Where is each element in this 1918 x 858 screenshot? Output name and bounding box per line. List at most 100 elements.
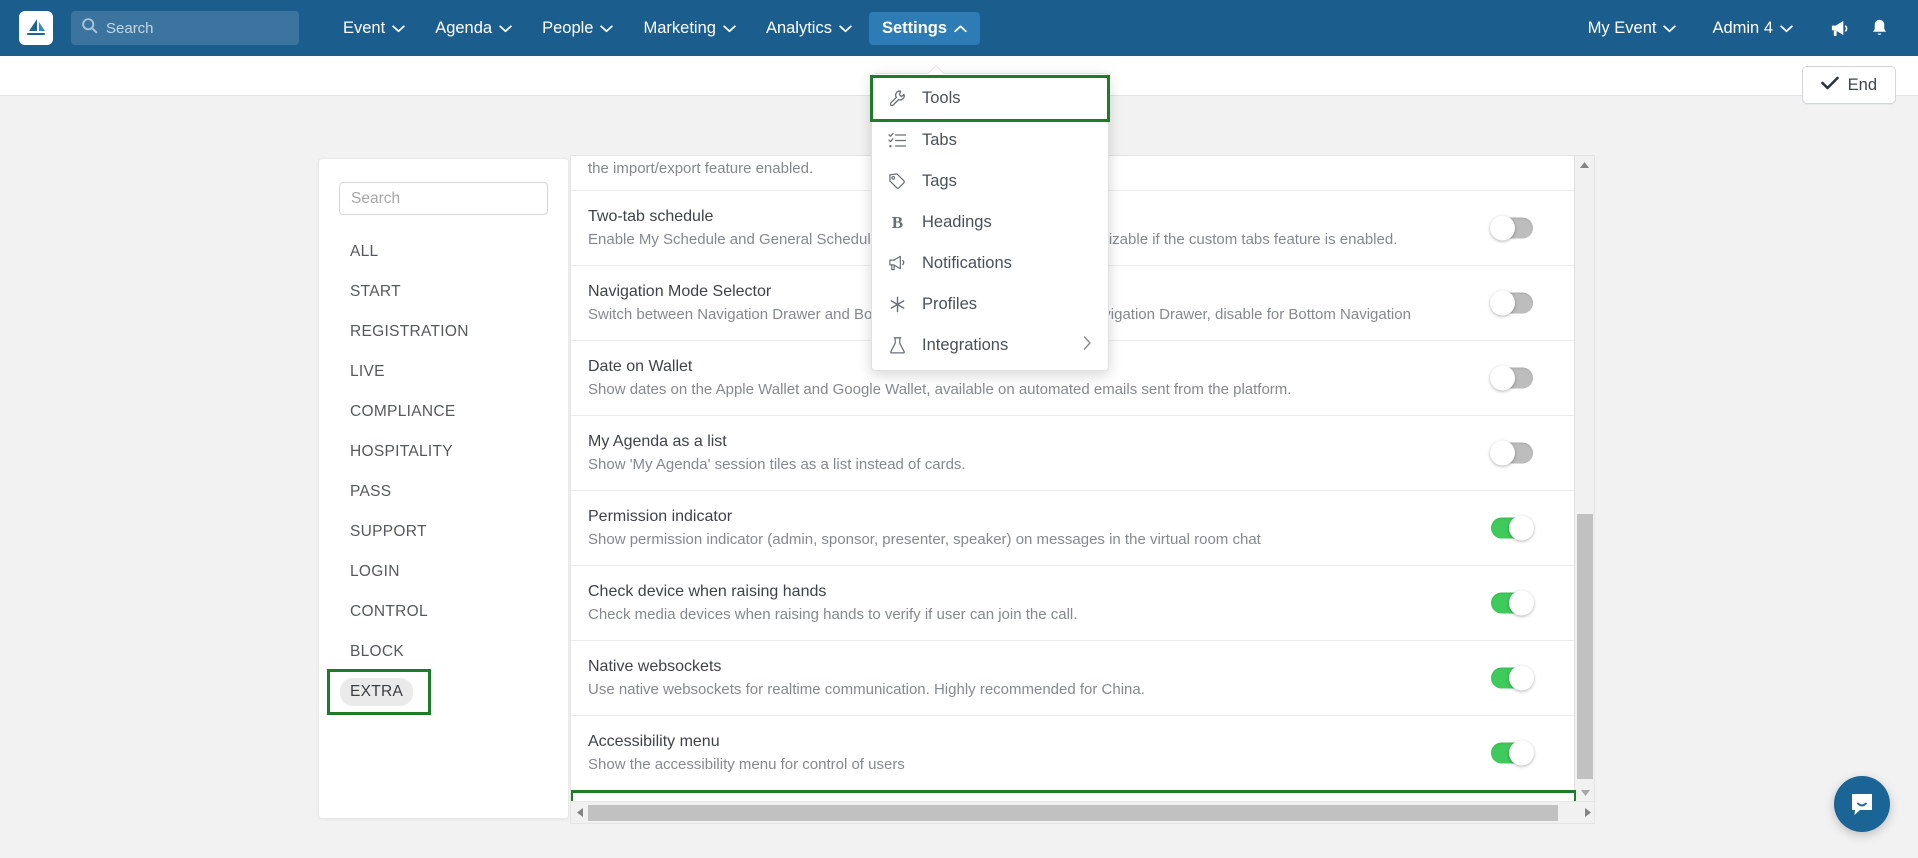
menu-item-label: Headings <box>922 213 992 231</box>
category-item-live[interactable]: LIVE <box>319 352 568 392</box>
menu-item-tags[interactable]: Tags <box>872 161 1108 202</box>
menu-item-tabs[interactable]: Tabs <box>872 120 1108 161</box>
setting-description: Show 'My Agenda' session tiles as a list… <box>588 456 966 473</box>
horizontal-scrollbar[interactable] <box>571 801 1594 823</box>
category-search[interactable] <box>339 182 548 215</box>
vertical-scrollbar[interactable] <box>1574 156 1594 801</box>
menu-item-label: Integrations <box>922 336 1009 354</box>
top-nav-right-group: My Event Admin 4 <box>1575 0 1918 56</box>
toggle-date-on-wallet[interactable] <box>1490 365 1533 391</box>
settings-row-accessibility-menu[interactable]: Accessibility menu Show the accessibilit… <box>571 716 1576 791</box>
setting-title: Check device when raising hands <box>588 583 827 600</box>
settings-row-native-websockets[interactable]: Native websockets Use native websockets … <box>571 641 1576 716</box>
bell-icon[interactable] <box>1862 11 1896 45</box>
toggle-knob <box>1509 740 1534 766</box>
nav-item-people[interactable]: People <box>529 12 626 45</box>
settings-row-my-agenda-as-a-list[interactable]: My Agenda as a list Show 'My Agenda' ses… <box>571 416 1576 491</box>
toggle-accessibility-menu[interactable] <box>1491 740 1534 766</box>
setting-title: Native websockets <box>588 658 722 675</box>
category-label: BLOCK <box>350 643 405 660</box>
setting-description: Show dates on the Apple Wallet and Googl… <box>588 381 1292 398</box>
category-item-control[interactable]: CONTROL <box>319 592 568 632</box>
tags-icon <box>888 172 914 191</box>
category-item-extra[interactable]: EXTRA <box>327 669 431 715</box>
category-item-compliance[interactable]: COMPLIANCE <box>319 392 568 432</box>
toggle-knob <box>1490 365 1515 391</box>
setting-description: Show the accessibility menu for control … <box>588 756 905 773</box>
nav-label-my-event: My Event <box>1587 18 1657 37</box>
flask-icon <box>888 336 914 355</box>
nav-item-admin-account[interactable]: Admin 4 <box>1699 12 1806 45</box>
toggle-knob <box>1509 665 1534 691</box>
menu-item-tools[interactable]: Tools <box>870 75 1110 122</box>
menu-item-profiles[interactable]: Profiles <box>872 284 1108 325</box>
category-item-pass[interactable]: PASS <box>319 472 568 512</box>
nav-label-agenda: Agenda <box>435 18 493 37</box>
menu-item-notifications[interactable]: Notifications <box>872 243 1108 284</box>
chevron-down-icon <box>723 19 736 38</box>
category-label: EXTRA <box>340 678 414 706</box>
global-search[interactable] <box>71 11 299 45</box>
nav-item-settings[interactable]: Settings <box>868 11 981 45</box>
category-item-all[interactable]: ALL <box>319 232 568 272</box>
triangle-left-icon[interactable] <box>571 807 588 818</box>
search-input[interactable] <box>106 19 289 37</box>
category-item-start[interactable]: START <box>319 272 568 312</box>
nav-item-event[interactable]: Event <box>330 12 418 45</box>
nav-item-analytics[interactable]: Analytics <box>753 12 865 45</box>
toggle-check-device-when-raising-hands[interactable] <box>1491 590 1534 616</box>
chat-bubble-icon[interactable] <box>1834 776 1890 832</box>
category-search-input[interactable] <box>351 189 536 208</box>
category-label: HOSPITALITY <box>350 443 453 460</box>
settings-row-permission-indicator[interactable]: Permission indicator Show permission ind… <box>571 491 1576 566</box>
nav-item-agenda[interactable]: Agenda <box>422 12 525 45</box>
nav-label-marketing: Marketing <box>643 18 716 37</box>
category-item-hospitality[interactable]: HOSPITALITY <box>319 432 568 472</box>
menu-item-label: Profiles <box>922 295 978 313</box>
toggle-navigation-mode-selector[interactable] <box>1490 290 1533 316</box>
nav-label-people: People <box>542 18 594 37</box>
category-item-support[interactable]: SUPPORT <box>319 512 568 552</box>
toggle-knob <box>1509 515 1534 541</box>
toggle-my-agenda-as-a-list[interactable] <box>1490 440 1533 466</box>
category-label: SUPPORT <box>350 523 427 540</box>
toggle-native-websockets[interactable] <box>1491 665 1534 691</box>
settings-row-check-device-when-raising-hands[interactable]: Check device when raising hands Check me… <box>571 566 1576 641</box>
nav-item-my-event[interactable]: My Event <box>1575 12 1690 45</box>
megaphone-icon[interactable] <box>1822 11 1856 45</box>
settings-dropdown-menu: Tools Tabs Tags B Headings Notifications… <box>870 73 1110 371</box>
triangle-up-icon[interactable] <box>1575 156 1594 173</box>
horizontal-scrollbar-thumb[interactable] <box>588 805 1558 821</box>
nav-label-admin: Admin 4 <box>1712 18 1773 37</box>
chevron-up-icon <box>954 19 967 38</box>
category-label: CONTROL <box>350 603 428 620</box>
category-item-registration[interactable]: REGISTRATION <box>319 312 568 352</box>
setting-description: Use native websockets for realtime commu… <box>588 681 1145 698</box>
nav-label-event: Event <box>343 18 386 37</box>
category-item-login[interactable]: LOGIN <box>319 552 568 592</box>
toggle-two-tab-schedule[interactable] <box>1490 215 1533 241</box>
category-label: PASS <box>350 483 392 500</box>
chevron-down-icon <box>392 19 405 38</box>
menu-item-headings[interactable]: B Headings <box>872 202 1108 243</box>
toggle-permission-indicator[interactable] <box>1491 515 1534 541</box>
triangle-down-icon[interactable] <box>1575 784 1594 801</box>
search-icon <box>81 17 98 39</box>
setting-title: Accessibility menu <box>588 733 720 750</box>
menu-item-label: Notifications <box>922 254 1012 272</box>
menu-item-label: Tags <box>922 172 957 190</box>
settings-row-social-networks-at-the-event-details[interactable]: Social networks at the event details Sho… <box>571 790 1576 801</box>
category-label: ALL <box>350 243 379 260</box>
nav-item-marketing[interactable]: Marketing <box>630 12 748 45</box>
category-item-block[interactable]: BLOCK <box>319 632 568 672</box>
chevron-down-icon <box>600 19 614 38</box>
bold-b-icon: B <box>888 213 914 232</box>
category-filter-panel: ALL START REGISTRATION LIVE COMPLIANCE H… <box>318 158 569 819</box>
sailboat-logo-icon[interactable] <box>19 11 53 45</box>
triangle-right-icon[interactable] <box>1579 807 1594 818</box>
end-button[interactable]: End <box>1801 66 1896 104</box>
menu-item-integrations[interactable]: Integrations <box>872 325 1108 366</box>
vertical-scrollbar-thumb[interactable] <box>1577 514 1593 779</box>
check-icon <box>1820 76 1839 95</box>
nav-label-settings: Settings <box>881 18 948 37</box>
